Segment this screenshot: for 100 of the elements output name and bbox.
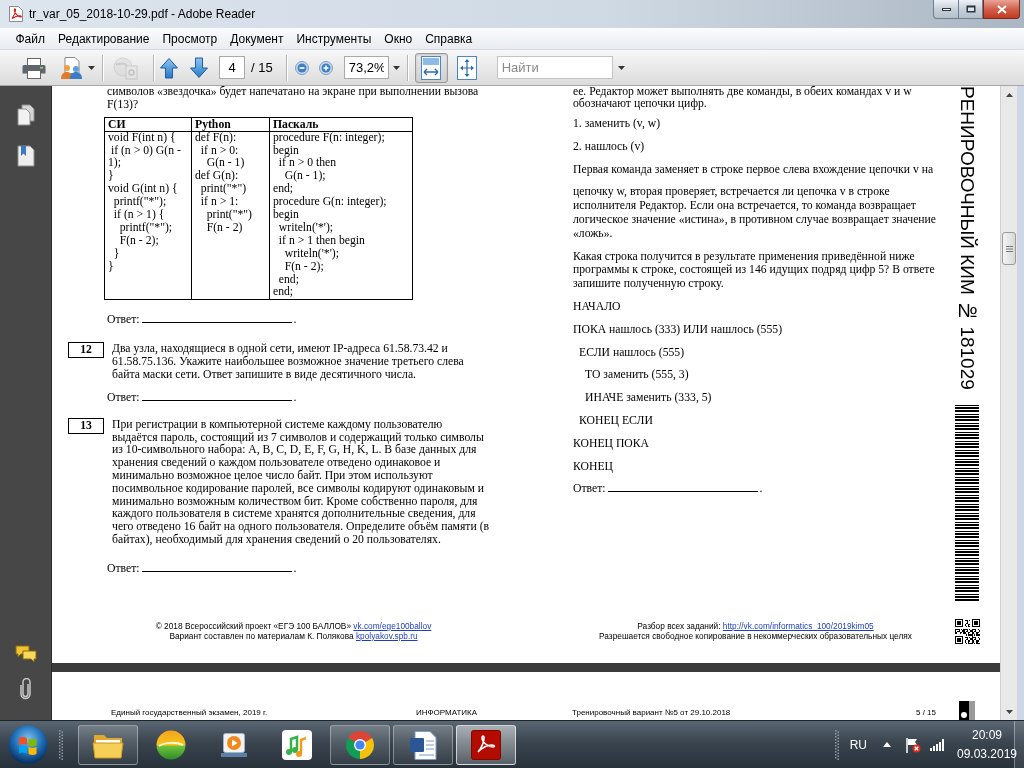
music-note-icon <box>282 729 312 760</box>
clock-date: 09.03.2019 <box>956 745 1018 763</box>
zoom-in-icon[interactable] <box>318 60 333 75</box>
maximize-icon <box>965 5 976 13</box>
maximize-button[interactable] <box>958 0 983 19</box>
taskbar-button[interactable] <box>330 724 390 765</box>
printer-icon[interactable] <box>22 56 46 79</box>
window-title: tr_var_05_2018-10-29.pdf - Adobe Reader <box>29 7 256 21</box>
paragraph: 1. заменить (v, w) <box>573 117 662 131</box>
column-header: Python <box>191 117 270 132</box>
document-icon <box>409 729 437 760</box>
program-line: ЕСЛИ нашлось (555) <box>578 345 686 360</box>
pages-icon[interactable] <box>16 104 35 126</box>
clock-time: 20:09 <box>972 726 1002 744</box>
grip-icon <box>59 729 63 760</box>
taskbar-button[interactable] <box>393 724 453 765</box>
down-arrow-icon <box>1005 709 1013 714</box>
answer-line: Ответ: . <box>573 482 764 496</box>
qr-code-icon <box>954 619 980 644</box>
up-arrow-icon <box>1005 92 1013 97</box>
scroll-thumb[interactable] <box>1002 232 1016 265</box>
paperclip-icon[interactable] <box>19 678 32 700</box>
program-line: НАЧАЛО <box>573 299 622 314</box>
paragraph: Какая строка получится в результате применения приведённой ниже программы к строке, состоящей из 146 идущих подряд цифр 5? В ответе запишите полученную строку. <box>573 249 936 291</box>
code-cell: procedure F(n: integer); begin if n > 0 then G(n - 1); end; procedure G(n: integer); begin writeln('*'); if n > 1 then begin writeln('*'); F(n - 2); end; end; <box>269 131 413 300</box>
question-text: Два узла, находящиеся в одной сети, имеют IP-адреса 61.58.73.42 и 61.58.75.136. Укажите наибольшее возможное значение третьего слева байта маски сети. Ответ запишите в виде десятичного числа. <box>112 343 465 382</box>
taskbar-button[interactable] <box>456 724 516 765</box>
people-icon[interactable] <box>59 55 85 80</box>
program-line: КОНЕЦ <box>573 459 614 474</box>
footer-text: Вариант составлен по материалам К. Полякова kpolyakov.spb.ru <box>168 631 418 641</box>
footer-text: © 2018 Всероссийский проект «ЕГЭ 100 БАЛЛОВ» vk.com/ege100ballov <box>154 622 433 632</box>
down-arrow-icon[interactable] <box>189 56 209 79</box>
taskbar-button[interactable] <box>78 724 138 765</box>
play-icon <box>220 731 248 758</box>
column-header: СИ <box>104 117 192 132</box>
page-count-text: / 15 <box>251 60 273 75</box>
close-icon <box>996 4 1007 14</box>
search-field[interactable]: Найти <box>496 56 613 79</box>
paragraph: ее. Редактор может выполнять две команды, в обеих командах v и w обозначают цепочки цифр. <box>573 86 913 110</box>
menu-item[interactable]: Инструменты <box>290 29 378 48</box>
answer-line: Ответ: . <box>107 561 298 575</box>
code-cell: void F(int n) { if (n > 0) G(n - 1); } void G(int n) { printf("*"); if (n > 1) { printf("*"); F(n - 2); } } <box>104 131 192 300</box>
code-cell: def F(n): if n > 0: G(n - 1) def G(n): print("*") if n > 1: print("*") F(n - 2) <box>191 131 270 300</box>
paragraph: цепочку w, вторая проверяет, встречается ли цепочка v в строке исполнителя Редактор. Если она встречается, то команда возвращает логическое значение «истина», в противном случае возвращает значение «ложь». <box>573 185 938 241</box>
link[interactable]: kpolyakov.spb.ru <box>355 630 418 641</box>
menu-item[interactable]: Просмотр <box>155 29 224 48</box>
vertical-title: РЕНИРОВОЧНЫЙ КИМ № 181029 <box>956 86 979 390</box>
menu-item[interactable]: Справка <box>418 29 479 48</box>
language-indicator[interactable]: RU <box>849 737 867 752</box>
link[interactable]: vk.com/ege100ballov <box>353 621 432 631</box>
program-line: ТО заменить (555, 3) <box>584 368 690 383</box>
comment-icon[interactable] <box>14 645 37 663</box>
minimize-icon <box>941 7 951 11</box>
page-header-text: ИНФОРМАТИКА <box>416 708 479 719</box>
footer-text: Разбор всех заданий: http://vk.com/informatics_100/2019kim05 <box>636 622 875 632</box>
fit-page-icon <box>456 54 479 81</box>
answer-line: Ответ: . <box>107 390 298 404</box>
page-number-field[interactable]: 4 <box>219 56 245 79</box>
answer-line: Ответ: . <box>107 313 298 327</box>
paragraph: Первая команда заменяет в строке первое слева вхождение цепочки v на <box>573 162 935 177</box>
close-button[interactable] <box>983 0 1020 19</box>
column-header: Паскаль <box>269 117 413 132</box>
program-line: КОНЕЦ ЕСЛИ <box>578 413 654 428</box>
footer-text: Разрешается свободное копирование в некоммерческих образовательных целях <box>598 631 913 641</box>
up-arrow-icon[interactable] <box>159 56 179 79</box>
flag-icon[interactable] <box>905 736 921 753</box>
question-number: 12 <box>68 342 104 359</box>
link[interactable]: http://vk.com/informatics_100/2019kim05 <box>722 621 874 631</box>
signal-icon[interactable] <box>930 738 944 751</box>
minimize-button[interactable] <box>933 0 958 19</box>
caret-icon[interactable] <box>883 742 891 747</box>
caret-icon[interactable] <box>88 65 95 70</box>
program-line: ПОКА нашлось (333) ИЛИ нашлось (555) <box>573 322 784 337</box>
menu-item[interactable]: Редактирование <box>51 29 156 48</box>
start-orb-icon[interactable] <box>8 724 48 765</box>
caret-icon[interactable] <box>617 65 625 70</box>
grip-icon <box>1005 245 1013 252</box>
page-header-text: Единый государственный экзамен, 2019 г. <box>111 708 269 719</box>
question-text: При регистрации в компьютерной системе каждому пользователю выдаётся пароль, состоящий из 7 символов и содержащий только символы из 10-символьного набора: A, B, C, D, E, F, G, H, K, L. В базе данных для хранения сведений о каждом пользователе отведено одинаковое и минимально возможное целое число байт. При этом используют посимвольное кодирование паролей, все символы кодируют одинаковым и минимально возможным количеством бит. Кроме собственно пароля, для каждого пользователя в системе хранятся дополнительные сведения, для чего отведено 16 байт на одного пользователя. Определите объём памяти (в байтах), необходимый для хранения сведений о 20 пользователях. <box>112 418 491 547</box>
menu-item[interactable]: Окно <box>377 29 419 48</box>
menu-item[interactable]: Файл <box>9 29 52 48</box>
grip-icon <box>834 729 839 760</box>
bookmark-icon[interactable] <box>16 145 35 167</box>
program-line: ИНАЧЕ заменить (333, 5) <box>584 391 713 405</box>
menu-item[interactable]: Документ <box>223 29 290 48</box>
barcode-icon <box>955 404 979 603</box>
page-header-text: Тренировочный вариант №5 от 29.10.2018 <box>572 708 732 719</box>
file-icon <box>9 6 23 22</box>
fit-width-button[interactable] <box>414 52 448 83</box>
sphere-icon <box>156 729 186 760</box>
question-number: 13 <box>68 417 104 434</box>
swirl-tile-icon <box>471 729 501 760</box>
page-header-text: 5 / 15 <box>916 708 937 719</box>
paragraph: 2. нашлось (v) <box>573 139 646 154</box>
caret-icon[interactable] <box>392 65 400 70</box>
fit-width-icon <box>420 54 443 81</box>
paragraph: символов «звездочка» будет напечатано на экране при выполнении вызова F(13)? <box>107 86 480 112</box>
zoom-out-icon[interactable] <box>294 60 309 75</box>
segmented-circle-icon <box>345 729 375 760</box>
program-line: КОНЕЦ ПОКА <box>573 436 650 451</box>
